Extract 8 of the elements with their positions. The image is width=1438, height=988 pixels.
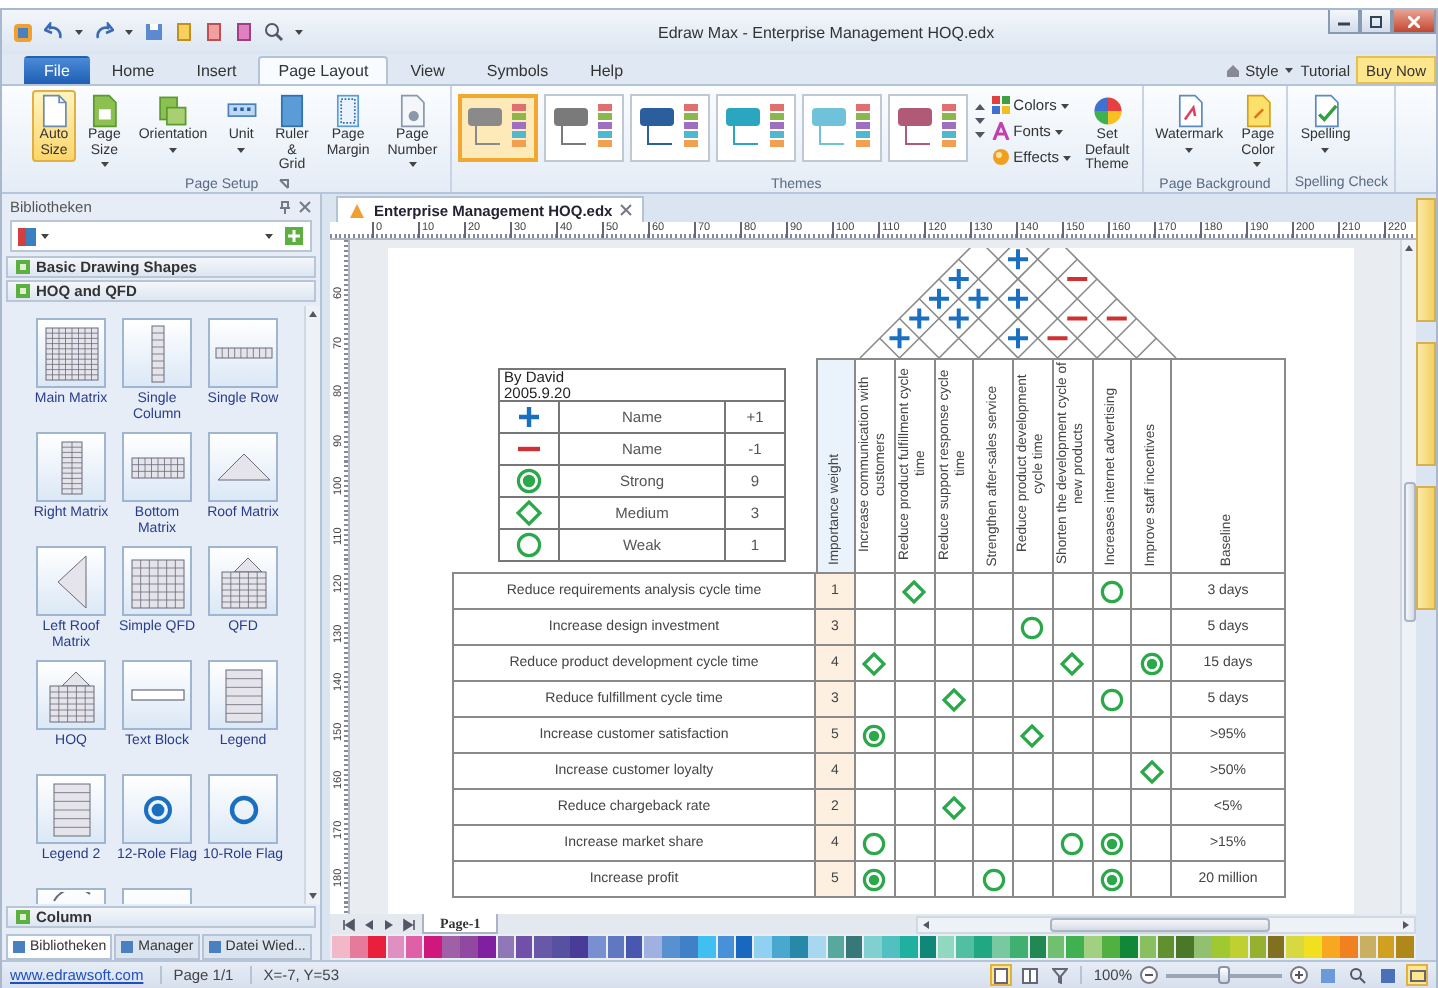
window-title: Edraw Max - Enterprise Management HOQ.edx <box>658 23 997 41</box>
file-menu-button[interactable]: File <box>24 56 90 84</box>
ribbon-tab[interactable]: Help <box>570 56 644 84</box>
ribbon-tab[interactable]: Page Layout <box>258 56 389 84</box>
ribbon-tab[interactable]: Insert <box>176 56 257 84</box>
ribbon-tab[interactable]: Home <box>91 56 175 84</box>
ribbon-tab[interactable]: Symbols <box>466 56 569 84</box>
ribbon-tab[interactable]: View <box>390 56 465 84</box>
